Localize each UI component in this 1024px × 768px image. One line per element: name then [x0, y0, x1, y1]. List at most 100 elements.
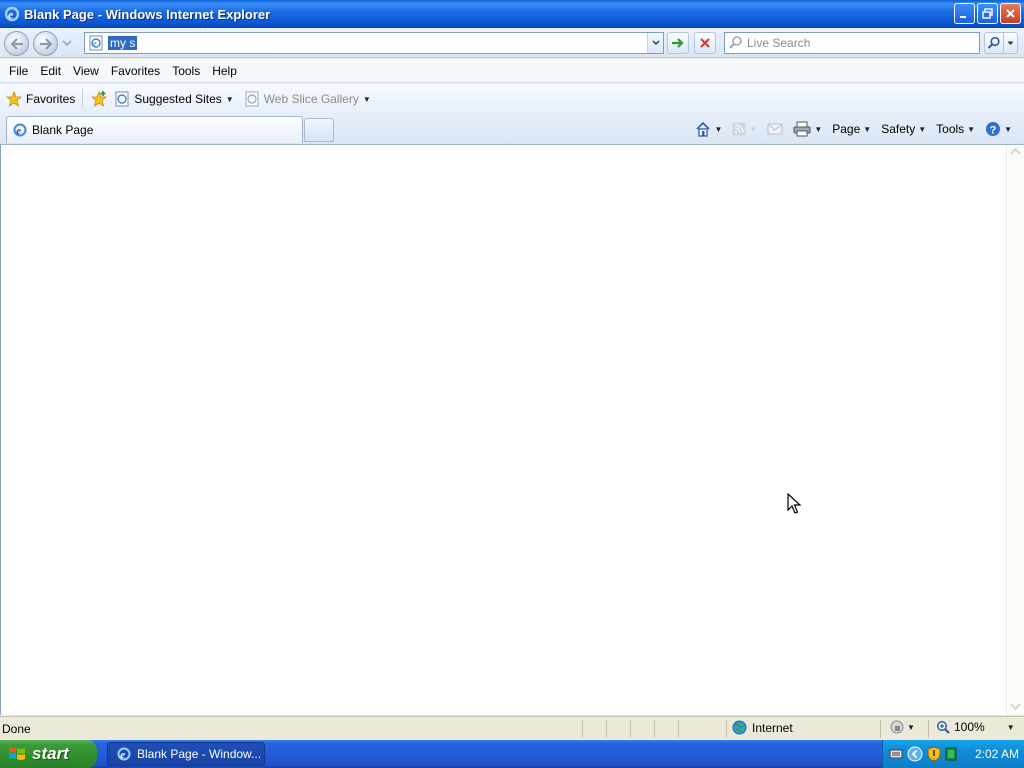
show-hidden-icons-icon[interactable] [907, 746, 923, 762]
close-button[interactable] [1000, 3, 1021, 24]
stop-button[interactable] [694, 32, 716, 54]
status-text: Done [2, 721, 31, 736]
status-bar: Done Internet ▼ 100% ▼ [0, 716, 1024, 740]
menu-tools[interactable]: Tools [166, 60, 206, 82]
mail-icon [767, 123, 783, 135]
protected-mode-button[interactable]: ▼ [890, 720, 915, 734]
scroll-up-arrow-icon[interactable] [1010, 147, 1021, 155]
status-pane [630, 720, 631, 738]
chevron-down-icon: ▼ [814, 124, 823, 134]
address-input-value[interactable]: my s [108, 36, 138, 50]
menu-help[interactable]: Help [206, 60, 243, 82]
tools-menu-label: Tools [936, 122, 965, 136]
command-bar: ▼ ▼ ▼ Page ▼ Safety ▼ Tools ▼ ? ▼ [691, 118, 1016, 140]
status-pane [606, 720, 607, 738]
address-bar[interactable]: e my s [84, 32, 664, 54]
menu-edit[interactable]: Edit [34, 60, 67, 82]
back-button[interactable] [4, 31, 29, 56]
svg-text:e: e [16, 125, 21, 137]
chevron-down-icon: ▼ [749, 124, 758, 134]
minimize-button[interactable] [954, 3, 975, 24]
stop-x-icon [700, 38, 710, 48]
chevron-down-icon: ▼ [863, 124, 872, 134]
web-slice-gallery-button[interactable]: Web Slice Gallery ▼ [244, 91, 371, 107]
mouse-cursor-icon [787, 493, 801, 514]
svg-text:?: ? [990, 124, 997, 136]
chevron-down-icon: ▼ [714, 124, 723, 134]
home-button[interactable]: ▼ [691, 118, 726, 140]
restore-icon [982, 8, 993, 19]
recent-pages-dropdown-icon[interactable] [62, 38, 72, 48]
restore-button[interactable] [977, 3, 998, 24]
status-pane [654, 720, 655, 738]
svg-text:e: e [93, 40, 96, 48]
ie-page-icon [245, 91, 259, 107]
security-shield-icon[interactable] [927, 746, 941, 762]
menu-bar: File Edit View Favorites Tools Help [0, 59, 1024, 83]
start-label: start [32, 744, 69, 763]
suggested-sites-label: Suggested Sites [134, 92, 222, 106]
safety-menu-button[interactable]: Safety ▼ [877, 118, 930, 140]
help-icon: ? [986, 122, 1001, 136]
search-options-dropdown[interactable] [1004, 32, 1018, 54]
separator [82, 89, 84, 109]
help-button[interactable]: ? ▼ [981, 118, 1016, 140]
ie-logo-icon: e [117, 747, 131, 761]
address-dropdown-button[interactable] [647, 33, 663, 53]
clock: 2:02 AM [975, 747, 1020, 761]
vertical-scrollbar[interactable] [1006, 145, 1024, 715]
go-button[interactable] [667, 32, 689, 54]
svg-text:e: e [8, 8, 14, 22]
web-slice-gallery-label: Web Slice Gallery [263, 92, 359, 106]
chevron-down-icon: ▼ [362, 94, 371, 104]
taskbar-item-ie[interactable]: e Blank Page - Window... [107, 742, 265, 766]
ie-logo-icon: e [4, 6, 20, 22]
chevron-down-icon: ▼ [967, 124, 976, 134]
menu-file[interactable]: File [3, 60, 34, 82]
home-icon [696, 121, 711, 137]
app-tray-icon[interactable] [945, 747, 957, 761]
tools-menu-button[interactable]: Tools ▼ [932, 118, 979, 140]
suggested-sites-button[interactable]: Suggested Sites ▼ [114, 91, 234, 107]
favorites-label: Favorites [26, 92, 76, 106]
add-to-favorites-bar-icon[interactable] [90, 90, 108, 108]
search-button[interactable] [984, 32, 1004, 54]
chevron-down-icon [651, 40, 660, 46]
tab-label: Blank Page [32, 123, 94, 137]
start-button[interactable]: start [0, 740, 97, 768]
chevron-down-icon [1007, 41, 1014, 45]
scroll-down-arrow-icon[interactable] [1010, 703, 1021, 711]
status-pane [678, 720, 679, 738]
read-mail-button[interactable] [763, 118, 787, 140]
menu-view[interactable]: View [67, 60, 105, 82]
tab-blank-page[interactable]: e Blank Page [6, 116, 303, 143]
keyboard-icon[interactable] [889, 748, 903, 760]
status-pane [880, 720, 881, 738]
rss-feed-icon [732, 122, 746, 136]
ie-page-icon [115, 91, 129, 107]
zone-label: Internet [752, 720, 793, 735]
protected-mode-icon [890, 720, 904, 734]
title-bar: e Blank Page - Windows Internet Explorer [0, 0, 1024, 28]
ie-logo-icon: e [13, 123, 27, 137]
security-zone[interactable]: Internet [732, 720, 793, 735]
go-arrow-icon [672, 38, 684, 48]
feeds-button[interactable]: ▼ [728, 118, 761, 140]
page-content-area[interactable] [0, 145, 1024, 715]
taskbar-item-label: Blank Page - Window... [137, 747, 262, 761]
zoom-control[interactable]: 100% ▼ [936, 720, 1015, 734]
page-menu-button[interactable]: Page ▼ [828, 118, 875, 140]
search-box[interactable]: Live Search [724, 32, 980, 54]
new-tab-button[interactable] [304, 118, 334, 142]
search-icon [987, 36, 1000, 49]
print-button[interactable]: ▼ [789, 118, 826, 140]
forward-button[interactable] [33, 31, 58, 56]
svg-text:e: e [120, 749, 125, 761]
menu-favorites[interactable]: Favorites [105, 60, 166, 82]
chevron-down-icon: ▼ [1004, 124, 1012, 134]
page-ie-icon: e [89, 35, 103, 51]
favorites-button[interactable]: Favorites [6, 91, 75, 107]
close-icon [1006, 9, 1015, 18]
system-tray: 2:02 AM [882, 740, 1024, 768]
forward-arrow-icon [39, 37, 53, 50]
